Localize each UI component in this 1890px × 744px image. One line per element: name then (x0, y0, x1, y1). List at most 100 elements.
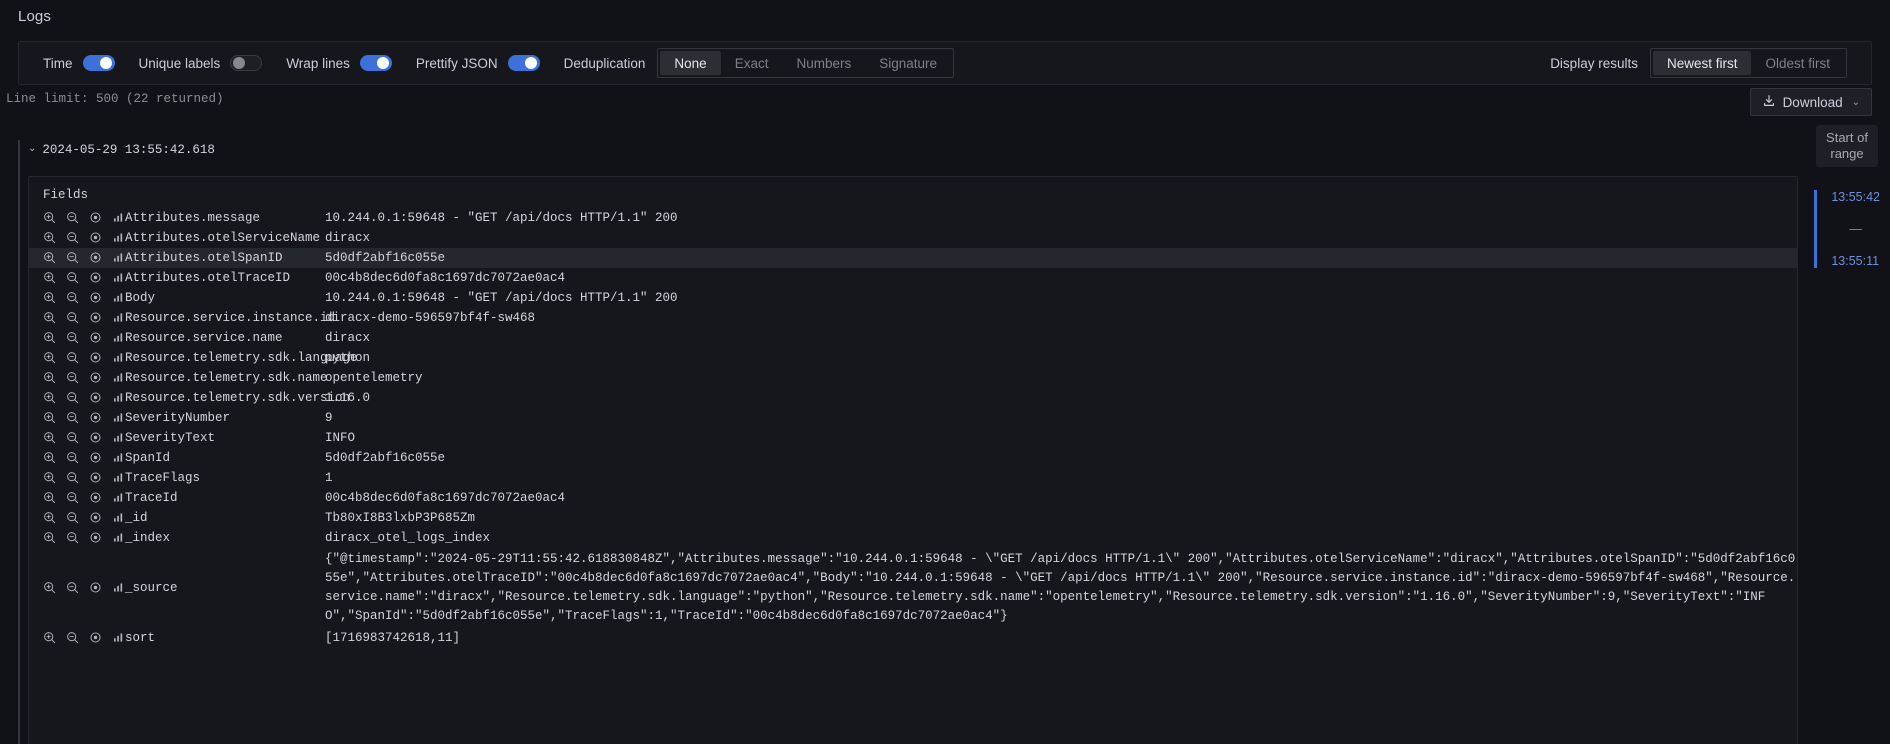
table-row[interactable]: SpanId5d0df2abf16c055e (29, 448, 1797, 468)
eye-icon[interactable] (89, 631, 102, 644)
zoom-out-icon[interactable] (66, 331, 79, 344)
zoom-out-icon[interactable] (66, 631, 79, 644)
eye-icon[interactable] (89, 331, 102, 344)
toggle-wrap-lines-switch[interactable] (360, 55, 392, 71)
zoom-out-icon[interactable] (66, 581, 79, 594)
zoom-in-icon[interactable] (43, 211, 56, 224)
sort-option-newest-first[interactable]: Newest first (1653, 51, 1752, 75)
zoom-in-icon[interactable] (43, 491, 56, 504)
eye-icon[interactable] (89, 391, 102, 404)
dedup-option-exact[interactable]: Exact (721, 51, 783, 75)
eye-icon[interactable] (89, 471, 102, 484)
eye-icon[interactable] (89, 491, 102, 504)
toggle-prettify-json-switch[interactable] (508, 55, 540, 71)
zoom-in-icon[interactable] (43, 231, 56, 244)
bar-chart-icon[interactable] (112, 371, 125, 384)
bar-chart-icon[interactable] (112, 511, 125, 524)
table-row[interactable]: TraceFlags1 (29, 468, 1797, 488)
eye-icon[interactable] (89, 211, 102, 224)
bar-chart-icon[interactable] (112, 231, 125, 244)
zoom-out-icon[interactable] (66, 491, 79, 504)
table-row[interactable]: Resource.telemetry.sdk.version1.16.0 (29, 388, 1797, 408)
bar-chart-icon[interactable] (112, 581, 125, 594)
table-row[interactable]: Resource.telemetry.sdk.languagepython (29, 348, 1797, 368)
download-button[interactable]: Download ⌄ (1750, 88, 1872, 116)
table-row[interactable]: Attributes.otelTraceID00c4b8dec6d0fa8c16… (29, 268, 1797, 288)
zoom-out-icon[interactable] (66, 211, 79, 224)
eye-icon[interactable] (89, 351, 102, 364)
zoom-out-icon[interactable] (66, 231, 79, 244)
dedup-option-signature[interactable]: Signature (865, 51, 951, 75)
sort-option-oldest-first[interactable]: Oldest first (1751, 51, 1844, 75)
eye-icon[interactable] (89, 451, 102, 464)
eye-icon[interactable] (89, 291, 102, 304)
toggle-wrap-lines[interactable]: Wrap lines (286, 55, 392, 71)
table-row[interactable]: Attributes.message10.244.0.1:59648 - "GE… (29, 208, 1797, 228)
bar-chart-icon[interactable] (112, 211, 125, 224)
zoom-in-icon[interactable] (43, 391, 56, 404)
zoom-in-icon[interactable] (43, 271, 56, 284)
eye-icon[interactable] (89, 431, 102, 444)
zoom-out-icon[interactable] (66, 511, 79, 524)
bar-chart-icon[interactable] (112, 451, 125, 464)
bar-chart-icon[interactable] (112, 471, 125, 484)
bar-chart-icon[interactable] (112, 491, 125, 504)
zoom-out-icon[interactable] (66, 451, 79, 464)
zoom-out-icon[interactable] (66, 391, 79, 404)
table-row[interactable]: Resource.telemetry.sdk.nameopentelemetry (29, 368, 1797, 388)
table-row[interactable]: _indexdiracx_otel_logs_index (29, 528, 1797, 548)
toggle-unique-labels-switch[interactable] (230, 55, 262, 71)
toggle-time[interactable]: Time (43, 55, 115, 71)
dedup-option-none[interactable]: None (660, 51, 720, 75)
zoom-out-icon[interactable] (66, 291, 79, 304)
table-row[interactable]: Resource.service.instance.iddiracx-demo-… (29, 308, 1797, 328)
eye-icon[interactable] (89, 511, 102, 524)
table-row[interactable]: sort[1716983742618,11] (29, 628, 1797, 648)
eye-icon[interactable] (89, 251, 102, 264)
zoom-in-icon[interactable] (43, 251, 56, 264)
table-row[interactable]: Attributes.otelSpanID5d0df2abf16c055e (29, 248, 1797, 268)
zoom-in-icon[interactable] (43, 351, 56, 364)
toggle-time-switch[interactable] (83, 55, 115, 71)
bar-chart-icon[interactable] (112, 431, 125, 444)
zoom-in-icon[interactable] (43, 581, 56, 594)
zoom-in-icon[interactable] (43, 631, 56, 644)
toggle-unique-labels[interactable]: Unique labels (139, 55, 263, 71)
eye-icon[interactable] (89, 371, 102, 384)
bar-chart-icon[interactable] (112, 631, 125, 644)
bar-chart-icon[interactable] (112, 531, 125, 544)
zoom-in-icon[interactable] (43, 291, 56, 304)
table-row[interactable]: SeverityNumber9 (29, 408, 1797, 428)
zoom-in-icon[interactable] (43, 371, 56, 384)
log-entry-header[interactable]: ⌄ 2024-05-29 13:55:42.618 (28, 140, 1808, 160)
zoom-out-icon[interactable] (66, 531, 79, 544)
bar-chart-icon[interactable] (112, 291, 125, 304)
eye-icon[interactable] (89, 271, 102, 284)
zoom-in-icon[interactable] (43, 431, 56, 444)
table-row[interactable]: _idTb80xI8B3lxbP3P685Zm (29, 508, 1797, 528)
eye-icon[interactable] (89, 531, 102, 544)
zoom-out-icon[interactable] (66, 411, 79, 424)
zoom-in-icon[interactable] (43, 311, 56, 324)
table-row[interactable]: SeverityTextINFO (29, 428, 1797, 448)
dedup-option-numbers[interactable]: Numbers (782, 51, 865, 75)
toggle-prettify-json[interactable]: Prettify JSON (416, 55, 540, 71)
bar-chart-icon[interactable] (112, 251, 125, 264)
zoom-in-icon[interactable] (43, 471, 56, 484)
table-row[interactable]: Body10.244.0.1:59648 - "GET /api/docs HT… (29, 288, 1797, 308)
zoom-out-icon[interactable] (66, 371, 79, 384)
table-row[interactable]: TraceId00c4b8dec6d0fa8c1697dc7072ae0ac4 (29, 488, 1797, 508)
table-row[interactable]: _source{"@timestamp":"2024-05-29T11:55:4… (29, 548, 1797, 628)
eye-icon[interactable] (89, 581, 102, 594)
eye-icon[interactable] (89, 411, 102, 424)
zoom-in-icon[interactable] (43, 451, 56, 464)
zoom-out-icon[interactable] (66, 271, 79, 284)
bar-chart-icon[interactable] (112, 271, 125, 284)
bar-chart-icon[interactable] (112, 311, 125, 324)
bar-chart-icon[interactable] (112, 391, 125, 404)
eye-icon[interactable] (89, 231, 102, 244)
zoom-in-icon[interactable] (43, 531, 56, 544)
bar-chart-icon[interactable] (112, 331, 125, 344)
table-row[interactable]: Resource.service.namediracx (29, 328, 1797, 348)
chevron-down-icon[interactable]: ⌄ (28, 145, 36, 155)
